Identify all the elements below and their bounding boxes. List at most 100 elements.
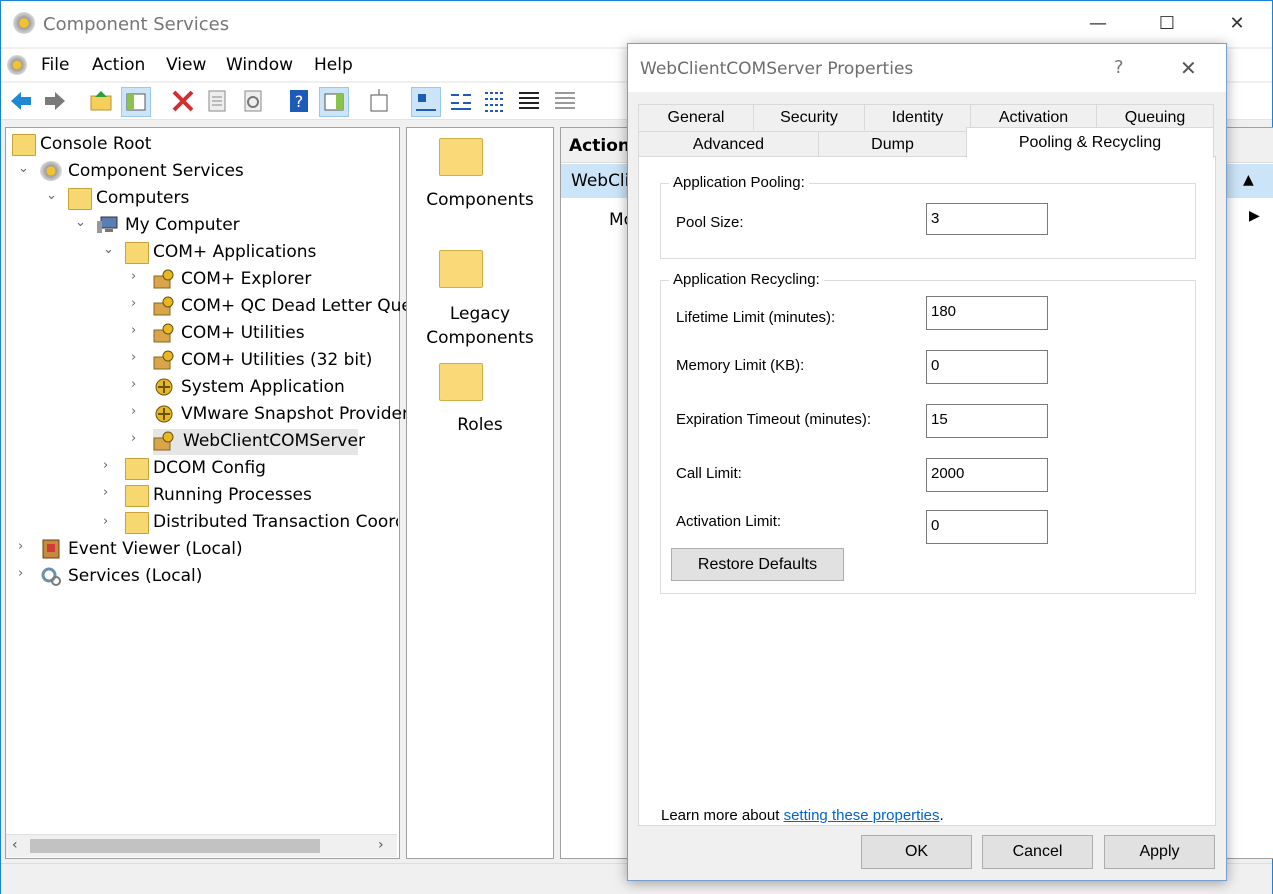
- up-folder-icon[interactable]: [87, 87, 115, 115]
- setting-properties-link[interactable]: setting these properties: [784, 807, 940, 824]
- folder-icon: [12, 134, 36, 156]
- services-gear-icon: [40, 566, 62, 586]
- minimize-button[interactable]: —: [1075, 9, 1121, 39]
- maximize-button[interactable]: ☐: [1144, 9, 1190, 39]
- activation-limit-label: Activation Limit:: [676, 513, 782, 530]
- menu-action[interactable]: Action: [92, 55, 145, 75]
- tab-general[interactable]: General: [638, 104, 754, 130]
- collapse-up-icon[interactable]: ▲: [1243, 172, 1254, 188]
- application-recycling-group: Application Recycling: Lifetime Limit (m…: [660, 271, 1196, 594]
- action-pane-icon[interactable]: [319, 87, 349, 117]
- component-services-icon: [40, 161, 62, 181]
- collapse-icon[interactable]: ⌄: [103, 242, 117, 257]
- folder-icon: [125, 458, 149, 480]
- scroll-left-arrow-icon[interactable]: ‹: [12, 837, 18, 853]
- tab-dump[interactable]: Dump: [818, 131, 967, 157]
- roles-folder-icon[interactable]: [439, 363, 483, 401]
- submenu-arrow-icon[interactable]: ▶: [1249, 208, 1260, 224]
- memory-limit-field[interactable]: 0: [926, 350, 1048, 384]
- folder-icon: [125, 512, 149, 534]
- legacy-components-label[interactable]: Legacy Components: [424, 302, 536, 350]
- tab-advanced[interactable]: Advanced: [638, 131, 819, 157]
- expand-icon[interactable]: ›: [103, 485, 117, 500]
- com-application-icon: [153, 323, 175, 343]
- expand-icon[interactable]: ›: [131, 431, 145, 446]
- expand-icon[interactable]: ›: [131, 296, 145, 311]
- event-viewer-icon: [40, 539, 62, 559]
- tab-identity[interactable]: Identity: [864, 104, 971, 130]
- menu-file[interactable]: File: [41, 55, 69, 75]
- cancel-button[interactable]: Cancel: [982, 835, 1093, 869]
- help-icon[interactable]: ?: [285, 87, 313, 115]
- tree-item-webclientcomserver[interactable]: › WebClientCOMServer: [131, 429, 365, 455]
- menu-view[interactable]: View: [166, 55, 206, 75]
- expand-icon[interactable]: ›: [131, 377, 145, 392]
- lifetime-limit-field[interactable]: 180: [926, 296, 1048, 330]
- expand-icon[interactable]: ›: [18, 566, 32, 581]
- collapse-icon[interactable]: ⌄: [18, 161, 32, 176]
- status-view-icon[interactable]: [551, 87, 579, 115]
- window-title: Component Services: [43, 14, 230, 35]
- call-limit-label: Call Limit:: [676, 465, 742, 482]
- apply-button[interactable]: Apply: [1104, 835, 1215, 869]
- expand-icon[interactable]: ›: [103, 514, 108, 529]
- folder-icon: [125, 242, 149, 264]
- expand-icon[interactable]: ›: [18, 539, 32, 554]
- system-app-icon: [153, 404, 175, 424]
- detail-view-icon[interactable]: [515, 87, 543, 115]
- com-application-icon: [153, 350, 175, 370]
- tab-security[interactable]: Security: [753, 104, 865, 130]
- dialog-close-button[interactable]: ✕: [1180, 56, 1197, 80]
- expand-icon[interactable]: ›: [131, 323, 145, 338]
- list-view-icon[interactable]: [481, 87, 509, 115]
- tab-page-pooling-recycling: Application Pooling: Pool Size: 3 Applic…: [638, 156, 1216, 826]
- com-application-icon: [153, 431, 175, 451]
- expand-icon[interactable]: ›: [131, 350, 145, 365]
- components-label[interactable]: Components: [407, 190, 553, 210]
- properties-icon[interactable]: [203, 87, 231, 115]
- call-limit-field[interactable]: 2000: [926, 458, 1048, 492]
- horizontal-scrollbar[interactable]: ‹ ›: [6, 834, 397, 857]
- back-arrow-icon[interactable]: [7, 87, 35, 115]
- menu-window[interactable]: Window: [226, 55, 293, 75]
- collapse-icon[interactable]: ⌄: [46, 188, 60, 203]
- small-icons-view-icon[interactable]: [447, 87, 475, 115]
- pool-size-field[interactable]: 3: [926, 203, 1048, 235]
- expand-icon[interactable]: ›: [131, 404, 145, 419]
- close-button[interactable]: ✕: [1214, 9, 1260, 39]
- console-tree: Console Root ⌄ Component Services ⌄ Comp…: [5, 127, 412, 859]
- group-legend: Application Recycling:: [669, 271, 824, 288]
- large-icons-view-icon[interactable]: [411, 87, 441, 117]
- application-pooling-group: Application Pooling: Pool Size: 3: [660, 174, 1196, 259]
- folder-icon: [68, 188, 92, 210]
- menu-help[interactable]: Help: [314, 55, 353, 75]
- collapse-icon[interactable]: ⌄: [75, 215, 89, 230]
- com-application-icon: [153, 296, 175, 316]
- new-window-icon[interactable]: [365, 87, 393, 115]
- components-folder-icon[interactable]: [439, 138, 483, 176]
- tab-pooling-recycling[interactable]: Pooling & Recycling: [966, 127, 1214, 158]
- expand-icon[interactable]: ›: [103, 458, 117, 473]
- expiration-timeout-field[interactable]: 15: [926, 404, 1048, 438]
- expiration-timeout-label: Expiration Timeout (minutes):: [676, 411, 872, 428]
- computer-icon: [97, 215, 119, 235]
- scroll-right-arrow-icon[interactable]: ›: [378, 837, 384, 853]
- ok-button[interactable]: OK: [861, 835, 972, 869]
- results-pane: Components Legacy Components Roles: [406, 127, 554, 859]
- restore-defaults-button[interactable]: Restore Defaults: [671, 548, 844, 581]
- scroll-thumb[interactable]: [30, 839, 320, 853]
- legacy-components-folder-icon[interactable]: [439, 250, 483, 288]
- learn-more-suffix: .: [939, 807, 944, 824]
- refresh-icon[interactable]: [239, 87, 267, 115]
- expand-icon[interactable]: ›: [131, 269, 145, 284]
- help-button[interactable]: ?: [1114, 57, 1124, 78]
- tree-item-dtc[interactable]: Distributed Transaction Coordir: [125, 510, 398, 536]
- actions-selected-label: WebCli: [571, 171, 630, 191]
- forward-arrow-icon[interactable]: [41, 87, 69, 115]
- show-hide-tree-icon[interactable]: [121, 87, 151, 117]
- learn-more-text: Learn more about setting these propertie…: [661, 807, 944, 824]
- activation-limit-field[interactable]: 0: [926, 510, 1048, 544]
- delete-icon[interactable]: [169, 87, 197, 115]
- roles-label[interactable]: Roles: [407, 415, 553, 435]
- title-bar: Component Services — ☐ ✕: [1, 1, 1272, 47]
